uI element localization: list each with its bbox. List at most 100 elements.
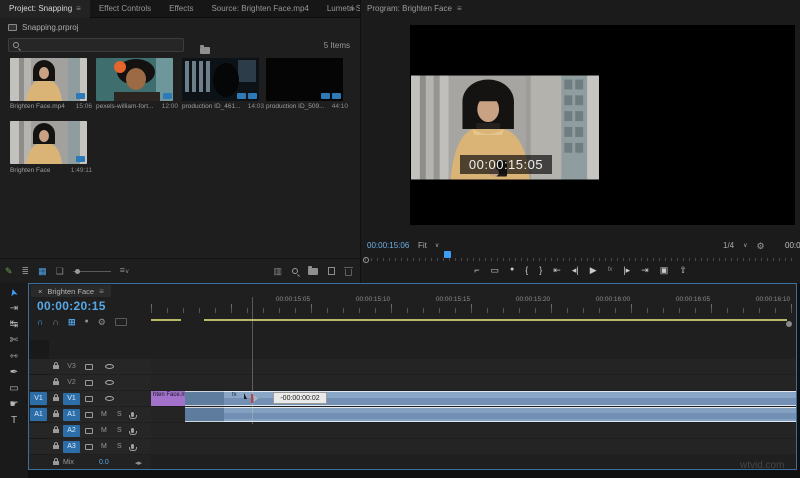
safe-margins-icon[interactable]: ▭	[491, 263, 500, 277]
sync-lock-icon[interactable]	[85, 395, 93, 402]
type-tool-icon[interactable]: T	[11, 415, 17, 426]
razor-tool-icon[interactable]: ✄	[10, 335, 18, 346]
solo-button[interactable]: S	[117, 411, 122, 418]
play-icon[interactable]: ▶	[590, 263, 597, 277]
panel-menu-icon[interactable]: ≡	[457, 4, 462, 13]
panel-menu-icon[interactable]: ≡	[76, 4, 81, 13]
mute-button[interactable]: M	[101, 411, 107, 418]
sync-lock-icon[interactable]	[85, 443, 93, 450]
go-to-out-icon[interactable]: ⇥	[641, 263, 649, 277]
search-input[interactable]	[23, 40, 173, 50]
item-thumbnail-brighten-face-mp4[interactable]	[10, 58, 87, 101]
mark-out-icon[interactable]: }	[539, 263, 542, 277]
voiceover-mic-icon[interactable]	[129, 412, 137, 419]
lock-icon[interactable]	[53, 393, 59, 401]
mark-in-icon[interactable]: {	[525, 263, 528, 277]
playback-resolution-dropdown[interactable]: 1/4 ∨ ⚙	[723, 241, 765, 252]
icon-view-icon[interactable]: ▦	[38, 266, 47, 276]
mix-volume-value[interactable]: 0.0	[99, 459, 109, 466]
clip-video-unselected-part[interactable]	[185, 391, 224, 406]
panel-menu-icon[interactable]: ≡	[99, 287, 104, 296]
nest-indicator-icon[interactable]: ⊞	[68, 316, 76, 328]
clip-audio-selected[interactable]	[224, 407, 796, 422]
automate-to-sequence-icon[interactable]: ▥	[273, 266, 282, 276]
sync-lock-icon[interactable]	[85, 363, 93, 370]
lock-icon[interactable]	[53, 441, 59, 449]
project-file-row[interactable]: Snapping.prproj	[8, 23, 78, 32]
tab-source-monitor[interactable]: Source: Brighten Face.mp4	[202, 0, 317, 18]
snap-magnet-icon[interactable]: ∩	[37, 316, 44, 328]
sync-lock-icon[interactable]	[85, 411, 93, 418]
find-icon[interactable]	[292, 268, 298, 274]
tab-effect-controls[interactable]: Effect Controls	[90, 0, 160, 18]
captions-icon[interactable]	[114, 318, 127, 326]
lock-icon[interactable]	[53, 425, 59, 433]
clip-audio-unselected-part[interactable]	[185, 407, 224, 422]
export-frame-icon[interactable]: ▣	[660, 263, 669, 277]
item-thumbnail-production-461[interactable]	[182, 58, 259, 101]
item-thumbnail-production-509[interactable]	[266, 58, 343, 101]
track-output-eye-icon[interactable]	[105, 380, 114, 385]
solo-button[interactable]: S	[117, 443, 122, 450]
settings-wrench-icon[interactable]: ⚙	[757, 241, 765, 252]
lift-icon[interactable]: ⌐	[474, 263, 479, 277]
track-output-eye-icon[interactable]	[105, 364, 114, 369]
program-current-timecode[interactable]: 00:00:15:06	[367, 241, 409, 250]
lock-icon[interactable]	[53, 361, 59, 369]
track-output-eye-icon[interactable]	[105, 396, 114, 401]
pen-tool-icon[interactable]: ✒	[10, 367, 18, 378]
timeline-settings-wrench-icon[interactable]: ⚙	[98, 316, 106, 328]
track-select-tool-icon[interactable]: ⇥	[10, 303, 18, 314]
lock-icon[interactable]	[53, 377, 59, 385]
selection-tool-icon[interactable]: ➤	[8, 287, 21, 298]
item-thumbnail-pexels-william[interactable]	[96, 58, 173, 101]
timeline-current-timecode[interactable]: 00:00:20:15	[37, 299, 106, 313]
lock-icon[interactable]	[53, 457, 59, 465]
edit-pencil-icon[interactable]: ✎	[5, 266, 13, 276]
step-back-icon[interactable]: ◂|	[572, 263, 579, 277]
new-bin-icon[interactable]	[308, 265, 318, 275]
track-button-v2[interactable]: V2	[63, 377, 80, 389]
clear-trash-icon[interactable]	[344, 266, 353, 276]
timeline-scroll-knob[interactable]	[786, 321, 792, 327]
mute-button[interactable]: M	[101, 427, 107, 434]
item-thumbnail-brighten-face-seq[interactable]	[10, 121, 87, 164]
sync-lock-icon[interactable]	[85, 379, 93, 386]
voiceover-mic-icon[interactable]	[129, 444, 137, 451]
track-button-v1[interactable]: V1	[63, 392, 80, 405]
clip-brighten-face-purple[interactable]: hten Face.mp4	[151, 391, 185, 406]
mute-button[interactable]: M	[101, 443, 107, 450]
program-playhead[interactable]	[444, 251, 451, 258]
hand-tool-icon[interactable]: ☛	[10, 399, 19, 410]
track-button-v3[interactable]: V3	[63, 361, 80, 373]
list-view-icon[interactable]: ≣	[22, 266, 30, 276]
step-forward-icon[interactable]: |▸	[623, 263, 630, 277]
source-patch-audio[interactable]: A1	[30, 408, 47, 421]
go-to-in-icon[interactable]: ⇤	[553, 263, 561, 277]
voiceover-mic-icon[interactable]	[129, 428, 137, 435]
linked-selection-icon[interactable]: ∩	[53, 316, 59, 328]
add-marker-icon[interactable]: ●	[85, 316, 89, 328]
tab-effects[interactable]: Effects	[160, 0, 202, 18]
sort-icons-icon[interactable]: ≡∨	[120, 265, 130, 277]
export-icon[interactable]: ⇧	[679, 263, 687, 277]
thumbnail-zoom-slider[interactable]	[72, 268, 111, 274]
freeform-view-icon[interactable]: ❏	[56, 266, 64, 276]
slip-tool-icon[interactable]: ⇿	[10, 351, 18, 362]
track-button-a3[interactable]: A3	[63, 440, 80, 453]
keyframe-nav-icons[interactable]: ◂▸	[135, 459, 142, 467]
tab-overflow-icon[interactable]: »	[350, 3, 355, 13]
source-patch-video[interactable]: V1	[30, 392, 47, 405]
add-marker-icon[interactable]: ●	[510, 263, 514, 277]
sync-lock-icon[interactable]	[85, 427, 93, 434]
ripple-edit-tool-icon[interactable]: ↹	[10, 319, 18, 330]
rectangle-tool-icon[interactable]: ▭	[9, 383, 18, 394]
search-box[interactable]	[8, 38, 184, 52]
global-fx-mute-icon[interactable]: fx	[608, 263, 613, 277]
new-bin-folder-icon[interactable]	[200, 41, 210, 59]
program-scrub-bar[interactable]	[365, 254, 796, 261]
tab-project[interactable]: Project: Snapping ≡	[0, 0, 90, 18]
lock-icon[interactable]	[53, 409, 59, 417]
track-button-a1[interactable]: A1	[63, 408, 80, 421]
zoom-level-dropdown[interactable]: Fit ∨	[418, 241, 439, 250]
